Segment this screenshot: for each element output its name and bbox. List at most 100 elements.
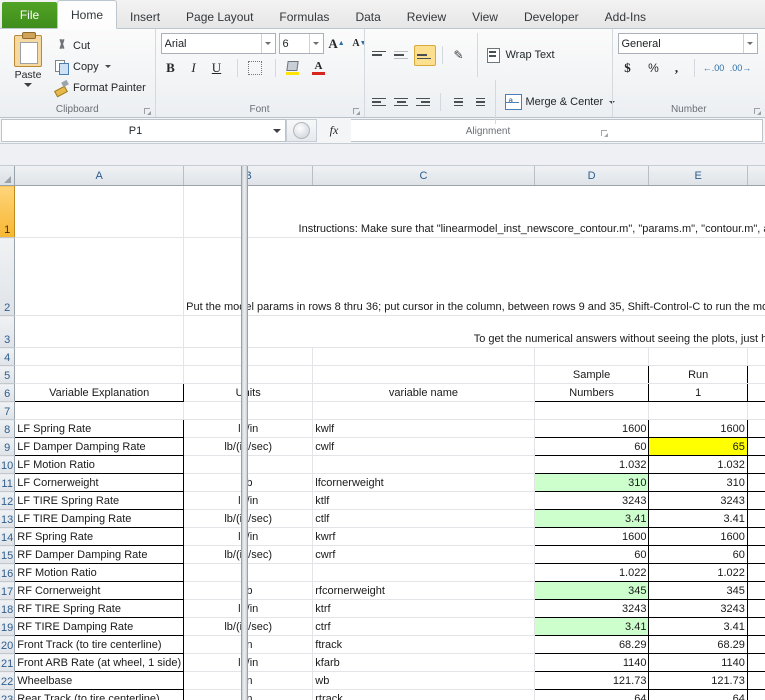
cell-units-20[interactable]: in: [184, 636, 313, 654]
italic-button[interactable]: I: [184, 58, 204, 77]
cell-run2-11[interactable]: 310: [747, 474, 765, 492]
cell-run1-13[interactable]: 3.41: [649, 510, 747, 528]
cell-row4-5[interactable]: [747, 348, 765, 366]
cell-run2-10[interactable]: 1.032: [747, 456, 765, 474]
cell-explanation-11[interactable]: LF Cornerweight: [15, 474, 184, 492]
cell-run1-14[interactable]: 1600: [649, 528, 747, 546]
cell-units-21[interactable]: lb/in: [184, 654, 313, 672]
row-header-14[interactable]: 14: [0, 528, 15, 546]
align-bottom-button[interactable]: [414, 45, 436, 66]
cell-b5[interactable]: [184, 366, 313, 384]
row-header-17[interactable]: 17: [0, 582, 15, 600]
cell-a3[interactable]: [15, 316, 184, 348]
row-header-20[interactable]: 20: [0, 636, 15, 654]
row-header-7[interactable]: 7: [0, 402, 15, 420]
header-run2-line1[interactable]: Run: [747, 366, 765, 384]
cell-sample-17[interactable]: 345: [534, 582, 649, 600]
cell-row4-1[interactable]: [184, 348, 313, 366]
cell-varname-10[interactable]: [313, 456, 534, 474]
row-header-19[interactable]: 19: [0, 618, 15, 636]
row-header-22[interactable]: 22: [0, 672, 15, 690]
cell-varname-18[interactable]: ktrf: [313, 600, 534, 618]
cell-sample-22[interactable]: 121.73: [534, 672, 649, 690]
column-header-d[interactable]: D: [534, 166, 649, 186]
cell-units-22[interactable]: in: [184, 672, 313, 690]
cell-explanation-18[interactable]: RF TIRE Spring Rate: [15, 600, 184, 618]
cell-sample-23[interactable]: 64: [534, 690, 649, 700]
row-header-1[interactable]: 1: [0, 186, 15, 238]
cell-varname-15[interactable]: cwrf: [313, 546, 534, 564]
cut-button[interactable]: Cut: [51, 36, 149, 55]
cell-run1-11[interactable]: 310: [649, 474, 747, 492]
font-color-button[interactable]: A: [309, 58, 329, 77]
cell-row4-2[interactable]: [313, 348, 534, 366]
chevron-down-icon[interactable]: [261, 34, 275, 53]
cell-units-14[interactable]: lb/in: [184, 528, 313, 546]
cell-sample-12[interactable]: 3243: [534, 492, 649, 510]
cell-sample-13[interactable]: 3.41: [534, 510, 649, 528]
cell-run2-20[interactable]: 68.29: [747, 636, 765, 654]
insert-function-button[interactable]: fx: [317, 118, 351, 143]
cell-run1-16[interactable]: 1.022: [649, 564, 747, 582]
cell-units-16[interactable]: [184, 564, 313, 582]
cell-run1-9[interactable]: 65: [649, 438, 747, 456]
font-name-combo[interactable]: Arial: [161, 33, 276, 54]
cell-varname-16[interactable]: [313, 564, 534, 582]
cell-explanation-8[interactable]: LF Spring Rate: [15, 420, 184, 438]
cell-sample-14[interactable]: 1600: [534, 528, 649, 546]
cell-row7-5[interactable]: [747, 402, 765, 420]
cell-run2-22[interactable]: 121.73: [747, 672, 765, 690]
cell-varname-13[interactable]: ctlf: [313, 510, 534, 528]
cell-explanation-16[interactable]: RF Motion Ratio: [15, 564, 184, 582]
chevron-down-icon[interactable]: [743, 34, 757, 53]
header-variable-name[interactable]: variable name: [313, 384, 534, 402]
cell-run1-23[interactable]: 64: [649, 690, 747, 700]
increase-decimal-button[interactable]: ←.00: [702, 58, 726, 77]
header-sample-numbers-line1[interactable]: Sample: [534, 366, 649, 384]
worksheet-grid[interactable]: A B C D E F G H I 1Instructions: Make su…: [0, 166, 765, 700]
tab-developer[interactable]: Developer: [511, 6, 592, 28]
cell-c5[interactable]: [313, 366, 534, 384]
copy-button[interactable]: Copy: [51, 57, 149, 76]
cell-sample-11[interactable]: 310: [534, 474, 649, 492]
tab-file[interactable]: File: [2, 2, 57, 28]
number-format-combo[interactable]: General: [618, 33, 758, 54]
tab-add-ins[interactable]: Add-Ins: [592, 6, 659, 28]
cell-units-12[interactable]: lb/in: [184, 492, 313, 510]
cell-varname-17[interactable]: rfcornerweight: [313, 582, 534, 600]
cell-varname-21[interactable]: kfarb: [313, 654, 534, 672]
cell-units-10[interactable]: [184, 456, 313, 474]
cell-explanation-10[interactable]: LF Motion Ratio: [15, 456, 184, 474]
cell-run2-12[interactable]: 3243: [747, 492, 765, 510]
row-header-18[interactable]: 18: [0, 600, 15, 618]
cell-row7-0[interactable]: [15, 402, 184, 420]
cell-explanation-21[interactable]: Front ARB Rate (at wheel, 1 side): [15, 654, 184, 672]
column-header-a[interactable]: A: [15, 166, 184, 186]
cell-run2-19[interactable]: 3.41: [747, 618, 765, 636]
cell-row7-1[interactable]: [184, 402, 313, 420]
cell-varname-11[interactable]: lfcornerweight: [313, 474, 534, 492]
cell-run1-12[interactable]: 3243: [649, 492, 747, 510]
row-header-15[interactable]: 15: [0, 546, 15, 564]
cell-row7-4[interactable]: [649, 402, 747, 420]
cell-run2-9[interactable]: 65: [747, 438, 765, 456]
column-header-c[interactable]: C: [313, 166, 534, 186]
cell-run1-21[interactable]: 1140: [649, 654, 747, 672]
increase-font-size-button[interactable]: A▲: [327, 34, 347, 53]
increase-indent-button[interactable]: [469, 93, 489, 112]
wrap-text-button[interactable]: Wrap Text: [484, 46, 558, 65]
header-run2-line2[interactable]: 2: [747, 384, 765, 402]
header-sample-numbers-line2[interactable]: Numbers: [534, 384, 649, 402]
row-header-8[interactable]: 8: [0, 420, 15, 438]
orientation-button[interactable]: ✎: [449, 46, 469, 65]
cell-row7-2[interactable]: [313, 402, 534, 420]
cell-sample-15[interactable]: 60: [534, 546, 649, 564]
row-header-10[interactable]: 10: [0, 456, 15, 474]
cell-explanation-20[interactable]: Front Track (to tire centerline): [15, 636, 184, 654]
instructions-line-3[interactable]: To get the numerical answers without see…: [184, 316, 765, 348]
row-header-11[interactable]: 11: [0, 474, 15, 492]
comma-button[interactable]: ,: [667, 58, 687, 77]
cell-explanation-13[interactable]: LF TIRE Damping Rate: [15, 510, 184, 528]
align-center-button[interactable]: [392, 93, 412, 112]
cell-units-19[interactable]: lb/(in/sec): [184, 618, 313, 636]
